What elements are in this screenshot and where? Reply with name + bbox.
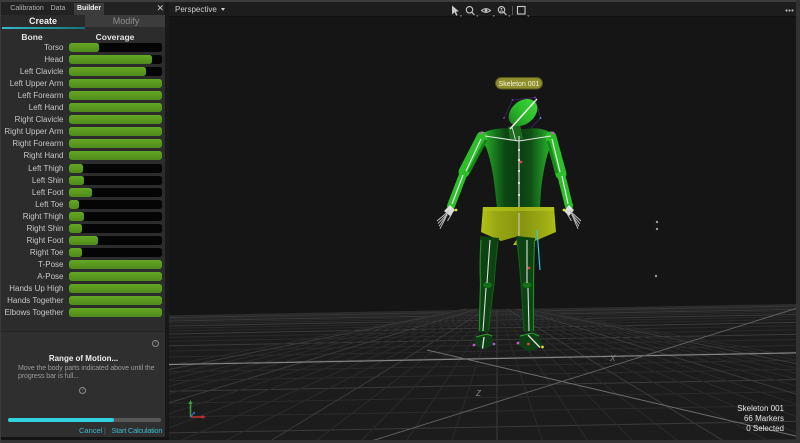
svg-text:X: X	[609, 354, 616, 363]
svg-text:Skeleton 001: Skeleton 001	[499, 81, 540, 88]
